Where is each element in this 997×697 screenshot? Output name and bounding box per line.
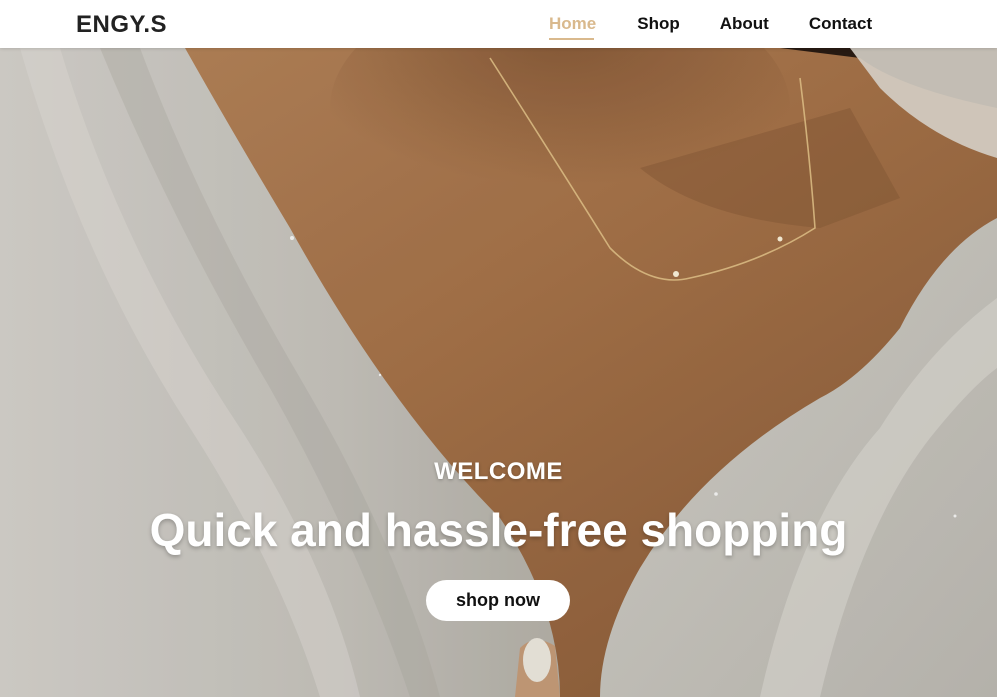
main-nav: Home Shop About Contact [549, 14, 872, 40]
hero-headline: Quick and hassle-free shopping [149, 504, 848, 556]
nav-item-contact[interactable]: Contact [809, 14, 872, 34]
page: ENGY.S Home Shop About Contact WELCOME Q… [0, 0, 997, 697]
nav-item-about[interactable]: About [720, 14, 769, 34]
shop-now-button[interactable]: shop now [426, 580, 570, 621]
site-logo[interactable]: ENGY.S [76, 11, 167, 39]
hero-kicker: WELCOME [434, 458, 563, 485]
hero-banner: WELCOME Quick and hassle-free shopping s… [0, 48, 997, 697]
site-header: ENGY.S Home Shop About Contact [0, 0, 997, 48]
nav-item-home[interactable]: Home [549, 14, 596, 40]
nav-item-shop[interactable]: Shop [637, 14, 680, 34]
